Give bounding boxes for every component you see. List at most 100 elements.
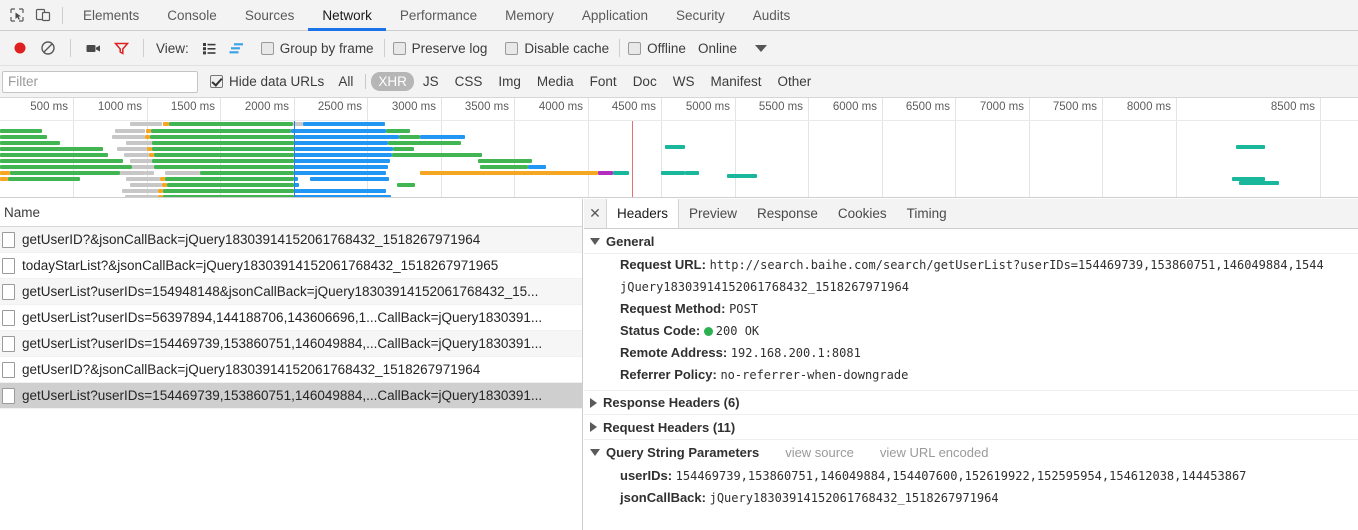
tabbar-tool-icons	[0, 0, 69, 30]
disable-cache-checkbox[interactable]: Disable cache	[505, 41, 609, 56]
type-filter-doc[interactable]: Doc	[626, 72, 664, 91]
waterfall-bar	[0, 135, 47, 139]
referrer-policy-value: no-referrer-when-downgrade	[720, 368, 909, 382]
tab-audits[interactable]: Audits	[739, 0, 805, 30]
tab-elements[interactable]: Elements	[69, 0, 153, 30]
request-url-value-continued: jQuery18303914152061768432_1518267971964	[620, 280, 909, 294]
general-section-header[interactable]: General	[584, 229, 1358, 254]
tab-performance[interactable]: Performance	[386, 0, 491, 30]
type-filter-media[interactable]: Media	[530, 72, 581, 91]
type-filter-all[interactable]: All	[331, 72, 360, 91]
request-list-pane: Name getUserID?&jsonCallBack=jQuery18303…	[0, 199, 583, 530]
timeline-tick-label: 8000 ms	[1126, 101, 1171, 113]
resource-type-filters: All XHR JS CSS Img Media Font Doc WS Man…	[330, 72, 819, 91]
list-view-icon[interactable]	[195, 34, 223, 62]
type-filter-manifest[interactable]: Manifest	[703, 72, 768, 91]
remote-address-value: 192.168.200.1:8081	[730, 346, 861, 360]
detail-tab-cookies[interactable]: Cookies	[828, 199, 897, 228]
type-filter-img[interactable]: Img	[491, 72, 528, 91]
view-url-encoded-link[interactable]: view URL encoded	[880, 445, 989, 460]
referrer-policy-label: Referrer Policy:	[620, 367, 717, 382]
timeline-event-line	[632, 121, 633, 197]
timeline-tick-label: 2500 ms	[317, 101, 362, 113]
detail-tab-preview[interactable]: Preview	[679, 199, 747, 228]
tab-network[interactable]: Network	[308, 0, 386, 31]
camera-icon[interactable]	[79, 34, 107, 62]
disable-cache-label: Disable cache	[524, 40, 610, 56]
type-filter-js[interactable]: JS	[416, 72, 446, 91]
timeline-tick-label: 1000 ms	[97, 101, 142, 113]
detail-tab-timing[interactable]: Timing	[897, 199, 957, 228]
waterfall-bar	[613, 171, 629, 175]
hide-data-urls-box	[210, 75, 223, 88]
table-row[interactable]: getUserList?userIDs=154469739,153860751,…	[0, 383, 582, 409]
chevron-down-icon[interactable]	[754, 44, 767, 52]
waterfall-bar	[420, 171, 598, 175]
inspect-element-icon[interactable]	[4, 2, 30, 28]
type-filter-ws[interactable]: WS	[666, 72, 702, 91]
offline-box	[628, 41, 642, 55]
timeline-tick-label: 5500 ms	[758, 101, 803, 113]
offline-checkbox[interactable]: Offline	[628, 41, 686, 56]
group-by-frame-checkbox[interactable]: Group by frame	[260, 41, 374, 56]
response-headers-section-header[interactable]: Response Headers (6)	[584, 390, 1358, 415]
table-row[interactable]: getUserID?&jsonCallBack=jQuery1830391415…	[0, 357, 582, 383]
device-toolbar-icon[interactable]	[30, 2, 56, 28]
type-filter-css[interactable]: CSS	[448, 72, 490, 91]
waterfall-bar	[0, 177, 8, 181]
type-filter-other[interactable]: Other	[770, 72, 818, 91]
query-string-section-header[interactable]: Query String Parameters view source view…	[584, 440, 1358, 465]
waterfall-bar	[117, 147, 147, 151]
filter-input[interactable]	[2, 70, 198, 93]
timeline-tick-label: 6500 ms	[905, 101, 950, 113]
type-filter-font[interactable]: Font	[583, 72, 624, 91]
waterfall-view-icon[interactable]	[223, 34, 251, 62]
waterfall-bar	[392, 153, 482, 157]
waterfall-bar	[0, 129, 42, 133]
type-filter-divider	[365, 74, 367, 89]
waterfall-bar	[165, 177, 294, 181]
hide-data-urls-checkbox[interactable]: Hide data URLs	[210, 74, 324, 89]
toolbar-divider-4	[619, 39, 621, 57]
waterfall-bar	[399, 135, 420, 139]
table-row[interactable]: getUserID?&jsonCallBack=jQuery1830391415…	[0, 227, 582, 253]
waterfall-bar	[125, 195, 158, 197]
triangle-down-icon	[590, 237, 600, 245]
column-header-name[interactable]: Name	[2, 205, 40, 220]
detail-body: General Request URL: http://search.baihe…	[584, 229, 1358, 530]
overview-waterfall-bars	[0, 121, 1358, 197]
devtools-window: Elements Console Sources Network Perform…	[0, 0, 1358, 530]
detail-tab-headers[interactable]: Headers	[606, 199, 680, 228]
record-button[interactable]	[6, 34, 34, 62]
table-row[interactable]: getUserList?userIDs=56397894,144188706,1…	[0, 305, 582, 331]
waterfall-bar	[120, 171, 145, 175]
tab-elements-label: Elements	[83, 7, 140, 23]
tab-memory[interactable]: Memory	[491, 0, 568, 30]
tab-console[interactable]: Console	[153, 0, 231, 30]
waterfall-bar	[294, 153, 392, 157]
type-filter-xhr[interactable]: XHR	[371, 72, 414, 91]
table-row[interactable]: getUserList?userIDs=154469739,153860751,…	[0, 331, 582, 357]
tabbar-divider	[62, 6, 63, 24]
view-source-link[interactable]: view source	[785, 445, 854, 460]
timeline-tick-label: 4000 ms	[538, 101, 583, 113]
waterfall-bar	[10, 171, 120, 175]
request-method-row: Request Method: POST	[584, 298, 1358, 320]
waterfall-bar	[420, 135, 465, 139]
close-icon[interactable]: ✕	[584, 199, 606, 228]
waterfall-bar	[154, 165, 294, 169]
timeline-tick-label: 3500 ms	[464, 101, 509, 113]
waterfall-bar	[528, 165, 546, 169]
tab-security[interactable]: Security	[662, 0, 739, 30]
network-overview[interactable]: 500 ms 1000 ms 1500 ms 2000 ms 2500 ms 3000 m…	[0, 98, 1358, 198]
table-row[interactable]: getUserList?userIDs=154948148&jsonCallBa…	[0, 279, 582, 305]
tab-sources[interactable]: Sources	[231, 0, 309, 30]
table-row[interactable]: todayStarList?&jsonCallBack=jQuery183039…	[0, 253, 582, 279]
detail-tab-response[interactable]: Response	[747, 199, 828, 228]
throttling-select-value[interactable]: Online	[698, 41, 737, 56]
funnel-icon[interactable]	[107, 34, 135, 62]
preserve-log-checkbox[interactable]: Preserve log	[392, 41, 487, 56]
clear-button[interactable]	[34, 34, 62, 62]
request-headers-section-header[interactable]: Request Headers (11)	[584, 415, 1358, 440]
tab-application[interactable]: Application	[568, 0, 662, 30]
